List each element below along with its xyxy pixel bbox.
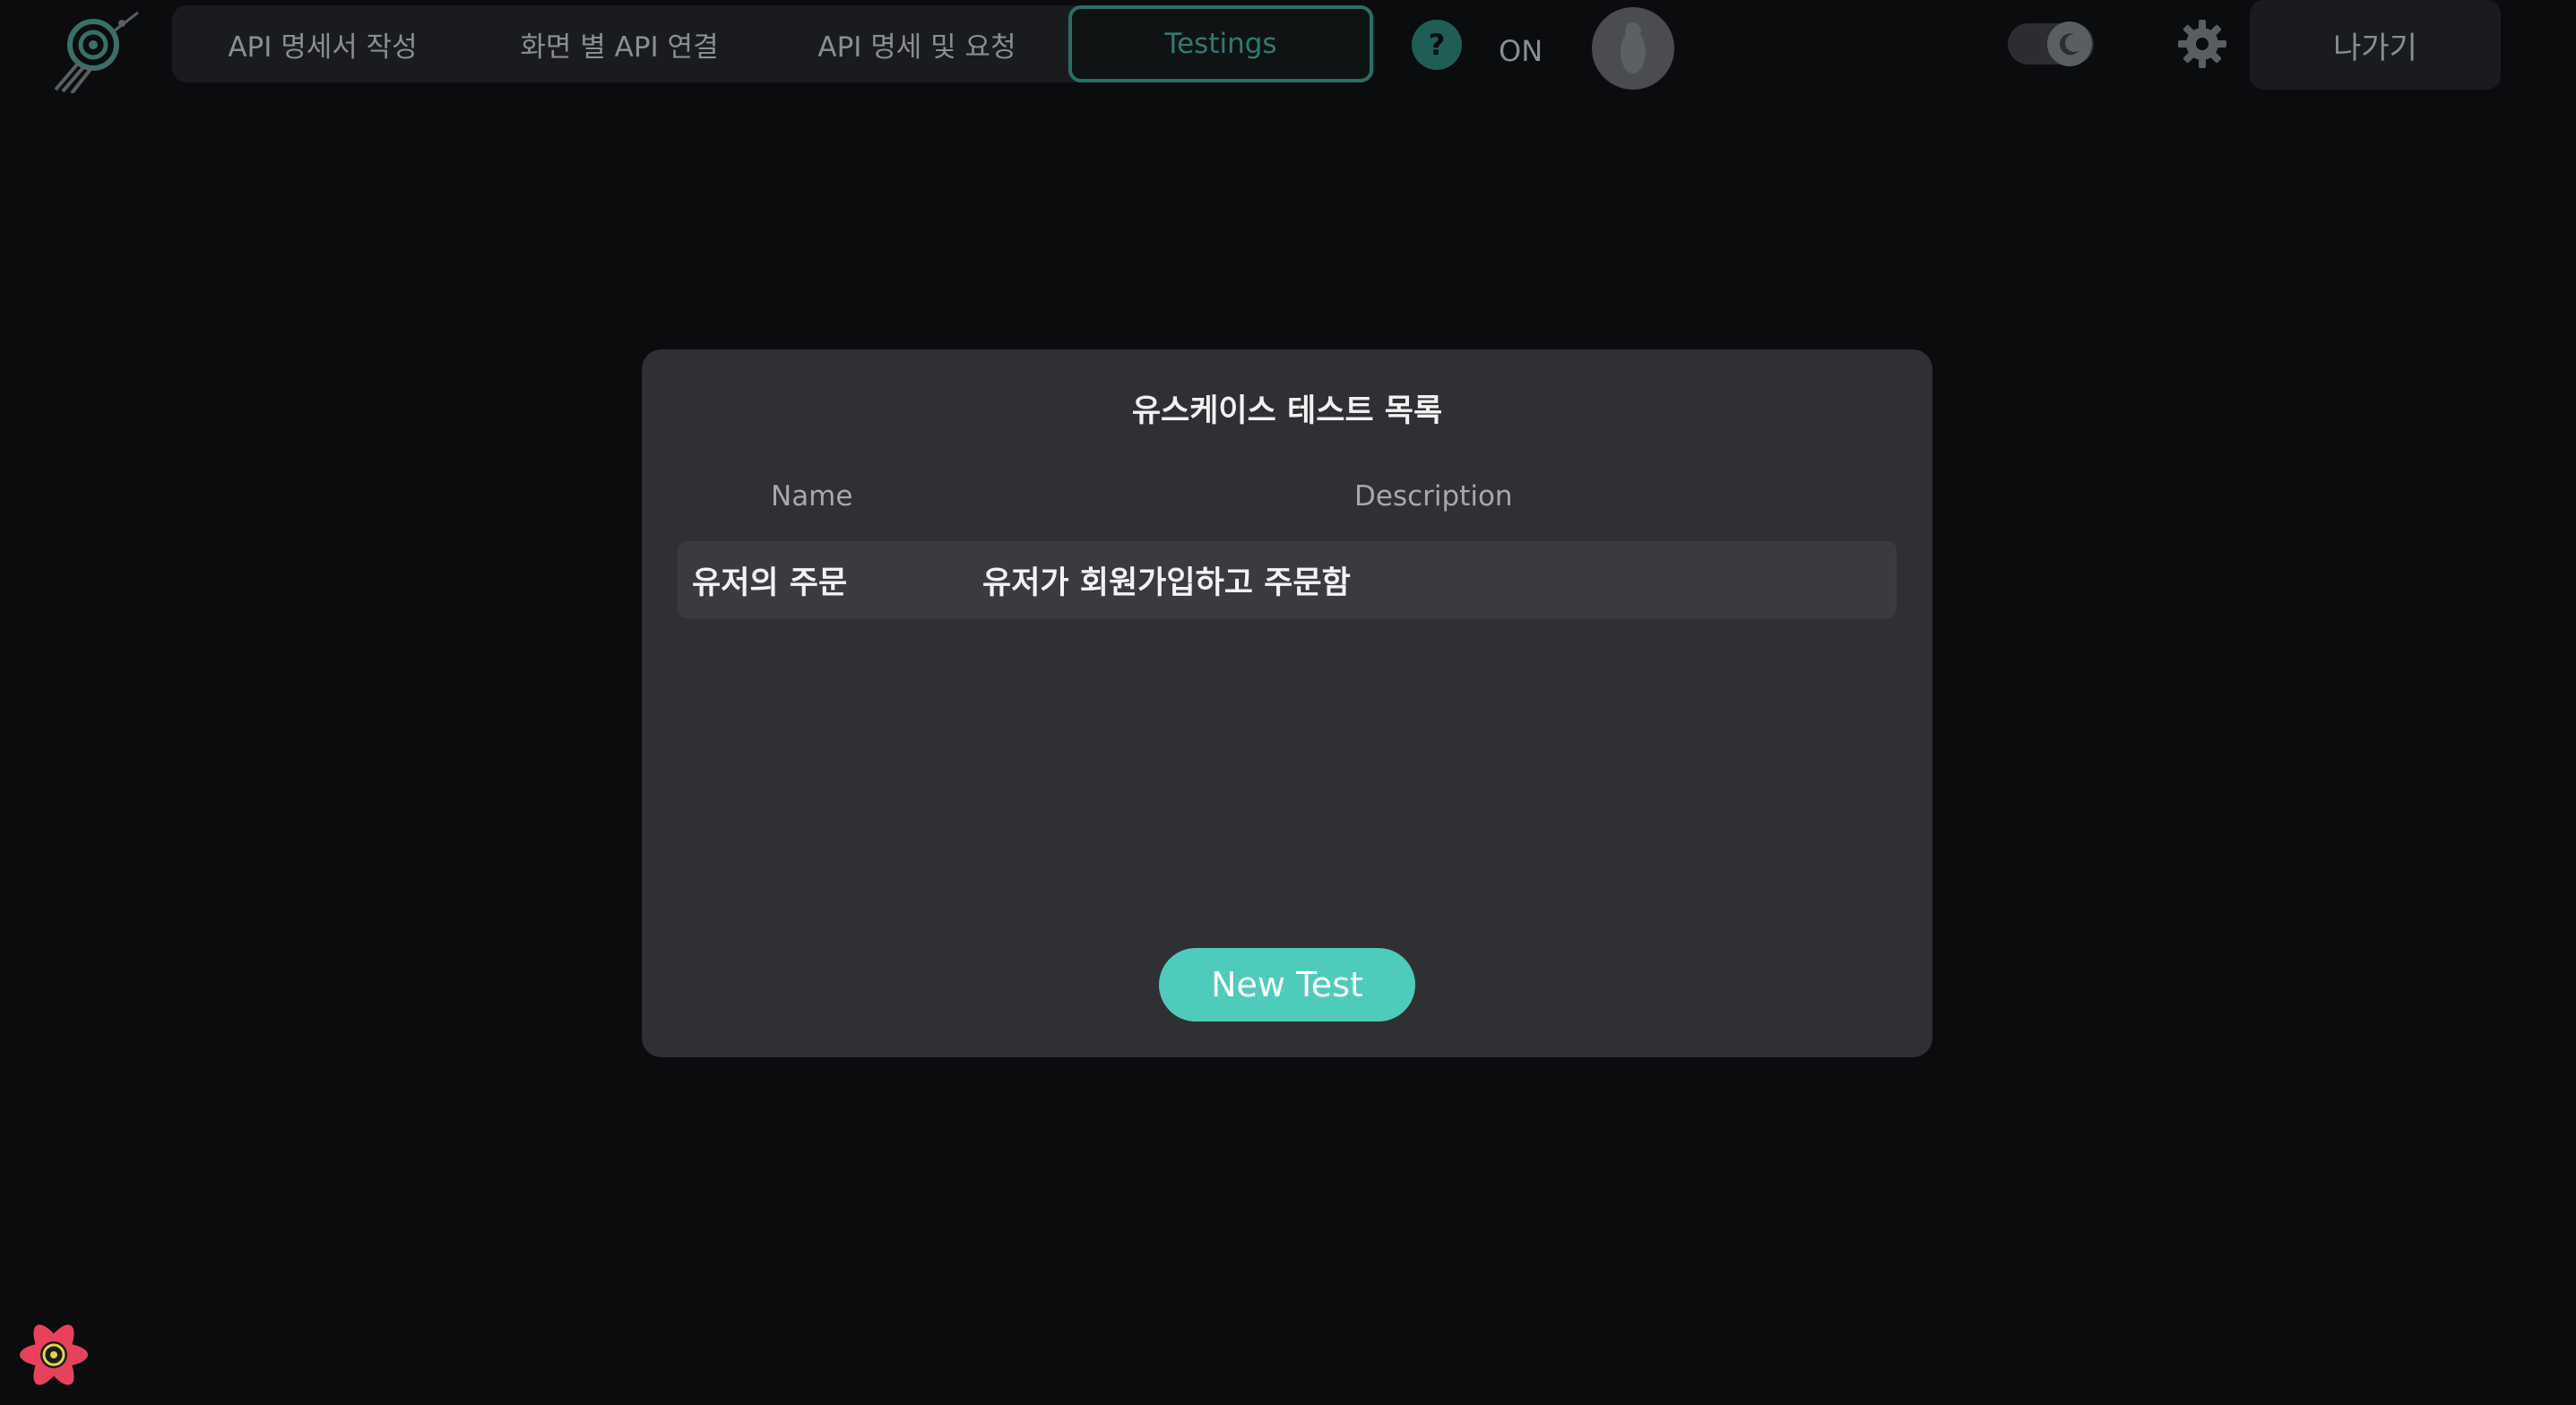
usecase-test-list-modal: 유스케이스 테스트 목록 Name Description 유저의 주문 유저가…: [642, 349, 1932, 1057]
gear-icon[interactable]: [2176, 18, 2228, 70]
tab-testings[interactable]: Testings: [1068, 5, 1373, 82]
top-bar: API 명세서 작성 화면 별 API 연결 API 명세 및 요청 Testi…: [0, 0, 2576, 93]
new-test-button[interactable]: New Test: [1159, 948, 1415, 1021]
theme-toggle[interactable]: [2008, 22, 2094, 66]
tab-api-spec-request[interactable]: API 명세 및 요청: [800, 5, 1034, 82]
status-text: ON: [1499, 34, 1543, 68]
react-devtools-icon[interactable]: [16, 1317, 91, 1392]
avatar-image: [1621, 22, 1646, 73]
tab-api-spec-write[interactable]: API 명세서 작성: [197, 5, 448, 82]
row-description: 유저가 회원가입하고 주문함: [982, 565, 1351, 601]
column-header-name: Name: [771, 480, 853, 513]
app-logo-icon[interactable]: [50, 9, 143, 93]
row-name: 유저의 주문: [692, 565, 848, 601]
moon-icon: [2047, 22, 2092, 66]
avatar[interactable]: [1592, 7, 1674, 90]
help-icon[interactable]: ?: [1412, 20, 1462, 70]
table-row[interactable]: 유저의 주문 유저가 회원가입하고 주문함: [678, 541, 1897, 618]
exit-button[interactable]: 나가기: [2250, 0, 2501, 90]
modal-title: 유스케이스 테스트 목록: [1131, 393, 1443, 429]
column-header-description: Description: [1354, 480, 1513, 513]
tab-screen-api-link[interactable]: 화면 별 API 연결: [498, 5, 740, 82]
